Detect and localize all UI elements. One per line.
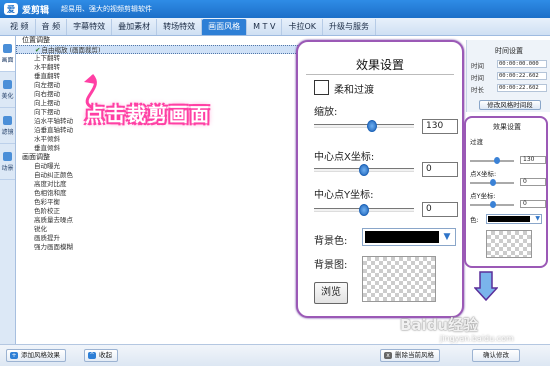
mini-color-select[interactable]: ▼ — [486, 214, 542, 224]
watermark-brand: Baidu经验 — [400, 316, 479, 334]
tree-item[interactable]: 锐化 — [16, 225, 306, 234]
zoom-input[interactable]: 130 — [422, 119, 458, 134]
browse-button[interactable]: 浏览 — [314, 282, 348, 304]
center-y-input[interactable]: 0 — [422, 202, 458, 217]
center-x-slider[interactable] — [314, 164, 414, 176]
mini-zoom-input[interactable]: 130 — [520, 156, 546, 164]
end-time-label: 时间 — [471, 74, 484, 82]
zoom-label: 缩放: — [314, 107, 338, 118]
end-time-field[interactable]: 00:00:22.602 — [497, 72, 547, 80]
start-time-label: 时间 — [471, 62, 484, 70]
collapse-icon: ^ — [88, 352, 96, 359]
duration-label: 时长 — [471, 86, 484, 94]
chevron-down-icon[interactable]: ▼ — [441, 231, 453, 243]
tree-item-label: 锐化 — [34, 225, 47, 233]
add-style-button[interactable]: + 添加风格效果 — [6, 349, 66, 362]
effect-settings-panel: 效果设置 柔和过渡 缩放: 130 中心点X坐标: 0 中心点Y坐标: 0 背景… — [296, 40, 464, 318]
center-x-label: 中心点X坐标: — [314, 152, 375, 163]
tree-item-label: 色阶校正 — [34, 207, 60, 215]
mini-color-label: 色: — [470, 216, 479, 224]
mini-color-swatch — [488, 216, 530, 222]
delete-style-label: 删除当前风格 — [395, 351, 434, 359]
watermark-url: jingyan.baidu.com — [440, 334, 514, 343]
mini-cy-input[interactable]: 0 — [520, 200, 546, 208]
center-x-input[interactable]: 0 — [422, 162, 458, 177]
center-y-slider[interactable] — [314, 204, 414, 216]
mini-cx-label: 点X坐标: — [470, 170, 497, 178]
title-divider — [306, 74, 454, 75]
annotation-label: 点击裁剪画面 — [85, 104, 212, 126]
tab-8[interactable]: 升级与服务 — [323, 19, 376, 35]
collapse-button[interactable]: ^ 收起 — [84, 349, 118, 362]
add-style-label: 添加风格效果 — [21, 351, 60, 359]
bg-image-preview — [362, 256, 436, 302]
center-y-label: 中心点Y坐标: — [314, 190, 374, 201]
effect-settings-mini-panel: 效果设置 过渡 130 点X坐标: 0 点Y坐标: 0 色: ▼ — [464, 116, 548, 268]
mini-bg-image-preview — [486, 230, 532, 258]
tree-item[interactable]: 强力画面模糊 — [16, 243, 306, 252]
mini-cx-knob[interactable] — [490, 179, 496, 186]
tree-item-label: 画质提升 — [34, 234, 60, 242]
mini-zoom-slider[interactable] — [470, 157, 514, 164]
trash-icon: x — [384, 352, 392, 359]
tree-item-label: 强力画面模糊 — [34, 243, 73, 251]
zoom-slider[interactable] — [314, 120, 414, 132]
mini-cy-label: 点Y坐标: — [470, 192, 496, 200]
mini-panel-title: 效果设置 — [493, 123, 521, 131]
start-time-field[interactable]: 00:00:00.000 — [497, 60, 547, 68]
tree-item-label: 高质量去噪点 — [34, 216, 73, 224]
center-x-slider-knob[interactable] — [359, 164, 369, 176]
bg-color-select[interactable]: ▼ — [362, 228, 456, 246]
delete-style-button[interactable]: x 删除当前风格 — [380, 349, 440, 362]
tree-item[interactable]: 高质量去噪点 — [16, 216, 306, 225]
tree-item[interactable]: 画质提升 — [16, 234, 306, 243]
modify-time-button[interactable]: 修改风格时间段 — [479, 100, 541, 110]
smooth-transition-label: 柔和过渡 — [334, 85, 374, 96]
effect-panel-title: 效果设置 — [355, 58, 404, 72]
collapse-label: 收起 — [99, 351, 112, 359]
bottom-toolbar: + 添加风格效果 ^ 收起 x 删除当前风格 确认修改 — [0, 344, 550, 366]
duration-field[interactable]: 00:00:22.602 — [497, 84, 547, 92]
mini-cx-input[interactable]: 0 — [520, 178, 546, 186]
tree-item[interactable]: 色阶校正 — [16, 207, 306, 216]
bg-image-label: 背景图: — [314, 260, 348, 271]
down-arrow-icon — [474, 271, 498, 302]
mini-cy-knob[interactable] — [490, 201, 496, 208]
confirm-modify-button[interactable]: 确认修改 — [472, 349, 520, 362]
zoom-slider-knob[interactable] — [367, 120, 377, 132]
time-panel-title: 时间设置 — [495, 47, 523, 55]
bg-color-swatch — [365, 231, 439, 243]
time-settings-panel: 时间设置 时间 00:00:00.000 时间 00:00:22.602 时长 … — [466, 40, 550, 112]
app-window: 爱 爱剪辑 超易用、强大的视频剪辑软件 视 频音 频字幕特效 叠加素材 转场特效 画面… — [0, 0, 550, 366]
center-y-slider-knob[interactable] — [359, 204, 369, 216]
bg-color-label: 背景色: — [314, 236, 348, 247]
mini-cx-slider[interactable] — [470, 179, 514, 186]
mini-smooth-label: 过渡 — [470, 138, 483, 146]
mini-zoom-knob[interactable] — [494, 157, 500, 164]
mini-cy-slider[interactable] — [470, 201, 514, 208]
add-icon: + — [10, 352, 18, 359]
mini-chevron-down-icon[interactable]: ▼ — [535, 215, 540, 222]
smooth-transition-checkbox[interactable] — [314, 80, 329, 95]
